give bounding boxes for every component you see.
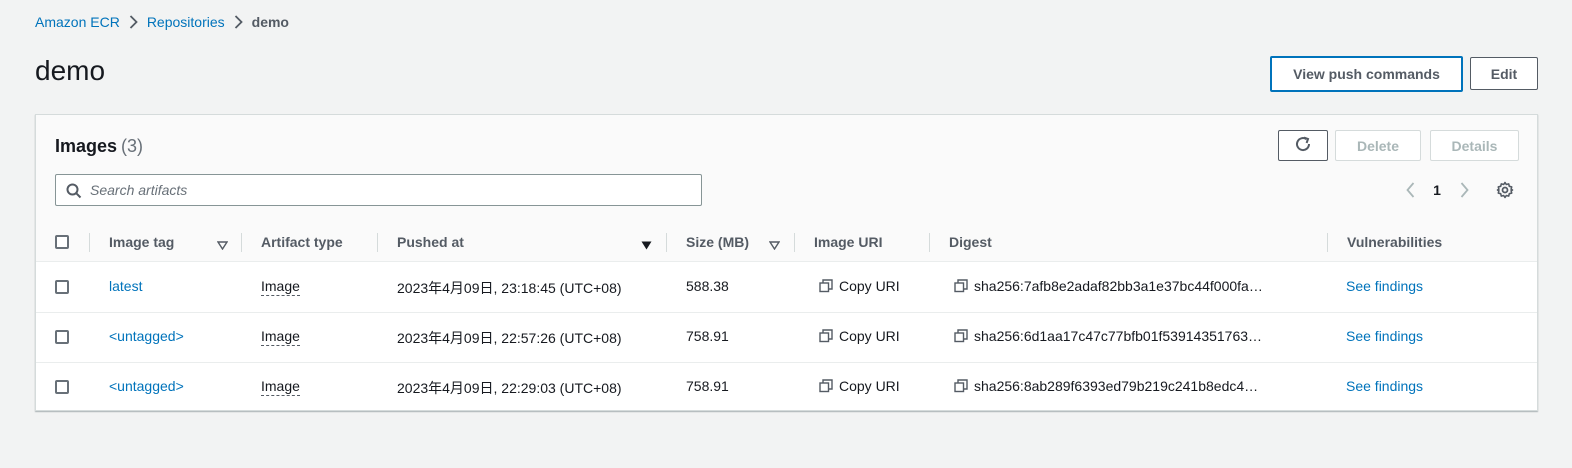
copy-uri-label: Copy URI	[839, 328, 900, 344]
images-title-text: Images	[55, 136, 118, 156]
see-findings-link[interactable]: See findings	[1346, 328, 1423, 344]
copy-uri-label: Copy URI	[839, 278, 900, 294]
breadcrumb-repositories[interactable]: Repositories	[147, 14, 225, 30]
artifact-type[interactable]: Image	[261, 378, 300, 396]
row-checkbox[interactable]	[55, 330, 69, 344]
digest-value: sha256:8ab289f6393ed79b219c241b8edc4…	[974, 378, 1259, 394]
view-push-commands-button[interactable]: View push commands	[1270, 56, 1463, 92]
copy-icon	[819, 279, 833, 293]
see-findings-link[interactable]: See findings	[1346, 278, 1423, 294]
table-row: <untagged> Image 2023年4月09日, 22:29:03 (U…	[36, 362, 1537, 412]
search-input[interactable]	[88, 181, 692, 199]
digest-value: sha256:6d1aa17c47c77bfb01f53914351763…	[974, 328, 1263, 344]
page-number[interactable]: 1	[1420, 182, 1454, 198]
column-header-image-tag[interactable]: Image tag	[109, 234, 174, 250]
column-header-image-uri: Image URI	[814, 234, 883, 250]
sort-icon[interactable]	[768, 237, 781, 255]
copy-icon	[954, 329, 968, 343]
images-count: (3)	[121, 136, 144, 156]
image-size: 588.38	[686, 278, 729, 294]
row-checkbox[interactable]	[55, 380, 69, 394]
copy-uri-button[interactable]: Copy URI	[819, 328, 900, 344]
table-row: latest Image 2023年4月09日, 23:18:45 (UTC+0…	[36, 262, 1537, 313]
copy-uri-button[interactable]: Copy URI	[819, 378, 900, 394]
view-push-commands-label: View push commands	[1293, 66, 1440, 82]
image-size: 758.91	[686, 328, 729, 344]
column-divider	[377, 233, 378, 252]
copy-icon	[819, 379, 833, 393]
image-tag-link[interactable]: <untagged>	[109, 328, 184, 344]
pagination: 1	[1400, 179, 1474, 201]
image-tag-link[interactable]: <untagged>	[109, 378, 184, 394]
column-header-vulnerabilities: Vulnerabilities	[1347, 234, 1443, 250]
table-row: <untagged> Image 2023年4月09日, 22:57:26 (U…	[36, 312, 1537, 363]
sort-icon[interactable]	[216, 237, 229, 255]
column-divider	[929, 233, 930, 252]
copy-uri-button[interactable]: Copy URI	[819, 278, 900, 294]
edit-button[interactable]: Edit	[1470, 57, 1538, 90]
chevron-left-icon[interactable]	[1400, 179, 1420, 201]
row-checkbox[interactable]	[55, 280, 69, 294]
chevron-right-icon	[234, 15, 243, 29]
table-header: Image tag Artifact type Pushed at Size (…	[36, 223, 1537, 262]
column-header-size[interactable]: Size (MB)	[686, 234, 749, 250]
artifact-type[interactable]: Image	[261, 278, 300, 296]
details-button[interactable]: Details	[1430, 130, 1519, 161]
chevron-right-icon	[129, 15, 138, 29]
pushed-at: 2023年4月09日, 23:18:45 (UTC+08)	[397, 280, 622, 296]
artifact-type[interactable]: Image	[261, 328, 300, 346]
breadcrumb-amazon-ecr[interactable]: Amazon ECR	[35, 14, 120, 30]
see-findings-link[interactable]: See findings	[1346, 378, 1423, 394]
column-divider	[794, 233, 795, 252]
breadcrumb: Amazon ECR Repositories demo	[35, 14, 289, 30]
search-icon	[66, 183, 82, 204]
pushed-at: 2023年4月09日, 22:57:26 (UTC+08)	[397, 330, 622, 346]
refresh-icon	[1294, 135, 1312, 156]
select-all-checkbox[interactable]	[55, 235, 69, 249]
copy-icon	[819, 329, 833, 343]
column-divider	[666, 233, 667, 252]
column-divider	[241, 233, 242, 252]
column-header-pushed-at[interactable]: Pushed at	[397, 234, 464, 250]
copy-digest-button[interactable]: sha256:7afb8e2adaf82bb3a1e37bc44f000fa…	[954, 278, 1263, 294]
image-tag-link[interactable]: latest	[109, 278, 142, 294]
search-box	[55, 174, 702, 206]
pushed-at: 2023年4月09日, 22:29:03 (UTC+08)	[397, 380, 622, 396]
column-header-digest: Digest	[949, 234, 992, 250]
images-panel-header: Images(3) Delete Details 1	[36, 115, 1537, 224]
copy-icon	[954, 379, 968, 393]
settings-icon[interactable]	[1494, 179, 1516, 201]
breadcrumb-current: demo	[251, 14, 289, 30]
images-panel: Images(3) Delete Details 1	[35, 114, 1538, 411]
chevron-right-icon[interactable]	[1454, 179, 1474, 201]
column-divider	[89, 233, 90, 252]
digest-value: sha256:7afb8e2adaf82bb3a1e37bc44f000fa…	[974, 278, 1263, 294]
delete-button[interactable]: Delete	[1335, 130, 1421, 161]
page-title: demo	[35, 55, 106, 86]
copy-digest-button[interactable]: sha256:6d1aa17c47c77bfb01f53914351763…	[954, 328, 1262, 344]
image-size: 758.91	[686, 378, 729, 394]
column-header-artifact-type[interactable]: Artifact type	[261, 234, 343, 250]
sort-descending-icon[interactable]	[641, 237, 652, 255]
copy-icon	[954, 279, 968, 293]
copy-digest-button[interactable]: sha256:8ab289f6393ed79b219c241b8edc4…	[954, 378, 1258, 394]
column-divider	[1327, 233, 1328, 252]
copy-uri-label: Copy URI	[839, 378, 900, 394]
images-panel-title: Images (3)	[55, 136, 143, 157]
refresh-button[interactable]	[1278, 130, 1328, 161]
